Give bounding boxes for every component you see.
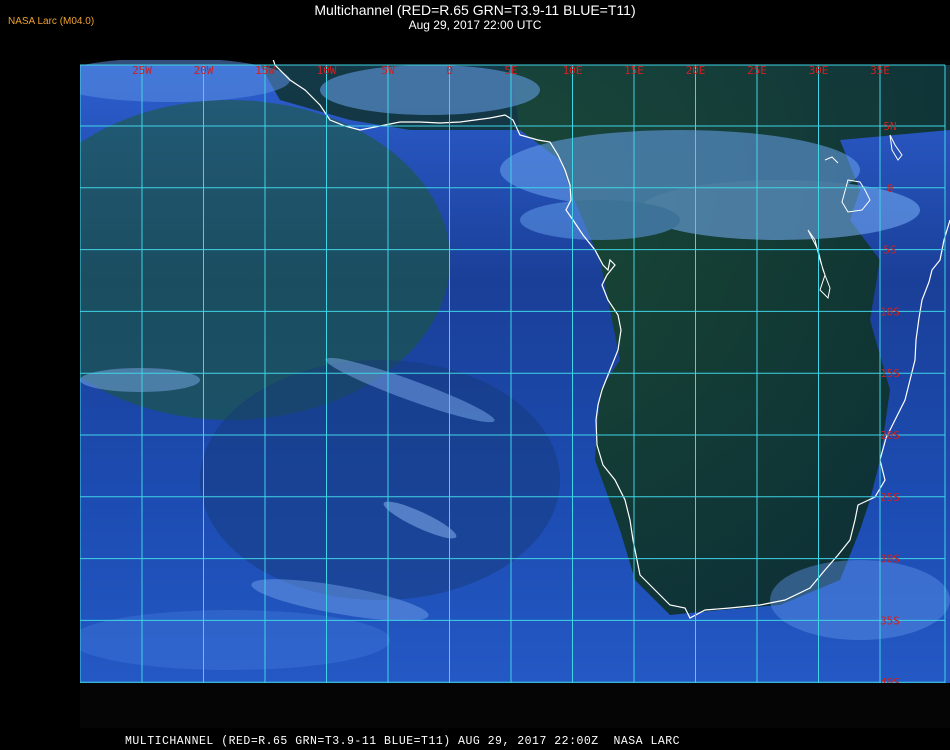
latitude-label: 5N (883, 120, 896, 133)
longitude-label: 10W (317, 64, 337, 77)
latitude-label: 0 (887, 182, 894, 195)
image-bottom-border (80, 683, 950, 728)
footer-caption: MULTICHANNEL (RED=R.65 GRN=T3.9-11 BLUE=… (125, 735, 681, 748)
longitude-label: 20W (194, 64, 214, 77)
satellite-map: 25W 20W 15W 10W 5W 0 5E 10E 15E 20E 25E 30E 35E 5N 0 5S… (80, 60, 950, 728)
latitude-label: 35S (880, 614, 900, 627)
longitude-label: 10E (563, 64, 583, 77)
longitude-label: 15W (255, 64, 275, 77)
longitude-label: 5W (381, 64, 395, 77)
longitude-label: 30E (809, 64, 829, 77)
longitude-label: 25E (747, 64, 767, 77)
satellite-image-frame: 25W 20W 15W 10W 5W 0 5E 10E 15E 20E 25E 30E 35E 5N 0 5S… (80, 60, 950, 728)
image-title: Multichannel (RED=R.65 GRN=T3.9-11 BLUE=… (314, 2, 636, 18)
latitude-label: 30S (880, 553, 900, 566)
longitude-label: 5E (504, 64, 517, 77)
longitude-label: 15E (624, 64, 644, 77)
longitude-label: 0 (446, 64, 453, 77)
latitude-label: 10S (880, 305, 900, 318)
latitude-label: 20S (880, 429, 900, 442)
longitude-label: 25W (132, 64, 152, 77)
latitude-label: 25S (880, 491, 900, 504)
latitude-label: 5S (883, 244, 896, 257)
latitude-label: 15S (880, 367, 900, 380)
longitude-label: 20E (686, 64, 706, 77)
longitude-label: 35E (870, 64, 890, 77)
ocean-shade (200, 360, 560, 600)
image-timestamp: Aug 29, 2017 22:00 UTC (408, 18, 542, 32)
